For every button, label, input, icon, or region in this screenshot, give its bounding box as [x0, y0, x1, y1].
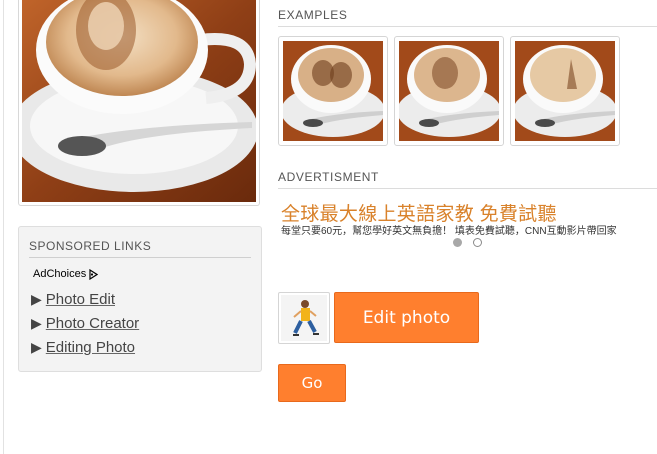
go-button[interactable]: Go — [278, 364, 346, 402]
carousel-dot-2[interactable] — [473, 238, 482, 247]
sponsored-links-title: SPONSORED LINKS — [29, 239, 251, 258]
sponsored-link-photo-edit[interactable]: ▶ Photo Edit — [31, 291, 115, 308]
example-thumbnail-eiffel[interactable] — [510, 36, 620, 146]
ad-subtext[interactable]: 每堂只要60元，幫您學好英文無負擔！ 填表免費試聽，CNN互動影片帶回家 — [281, 222, 617, 237]
adchoices-icon — [89, 268, 99, 280]
triangle-right-icon: ▶ — [31, 339, 42, 355]
sponsored-links-panel: SPONSORED LINKS AdChoices ▶ Photo Edit ▶ P… — [18, 226, 262, 372]
examples-heading: EXAMPLES — [278, 8, 657, 27]
adchoices-link[interactable]: AdChoices — [33, 268, 99, 280]
uploaded-photo-thumbnail — [278, 292, 330, 344]
sponsored-link-label: Photo Creator — [45, 315, 140, 332]
advertisement-heading: ADVERTISMENT — [278, 170, 657, 189]
carousel-dot-1[interactable] — [453, 238, 462, 247]
adchoices-label: AdChoices — [33, 268, 87, 280]
main-preview-photo — [18, 0, 260, 206]
example-thumbnail-portrait[interactable] — [394, 36, 504, 146]
triangle-right-icon: ▶ — [31, 315, 42, 331]
sponsored-link-photo-creator[interactable]: ▶ Photo Creator — [31, 315, 139, 332]
triangle-right-icon: ▶ — [31, 291, 42, 307]
edit-photo-button[interactable]: Edit photo — [334, 292, 479, 343]
sponsored-link-label: Photo Edit — [45, 291, 115, 308]
sponsored-link-editing-photo[interactable]: ▶ Editing Photo — [31, 339, 135, 356]
example-thumbnail-couple[interactable] — [278, 36, 388, 146]
left-divider — [3, 0, 4, 454]
sponsored-link-label: Editing Photo — [45, 339, 136, 356]
